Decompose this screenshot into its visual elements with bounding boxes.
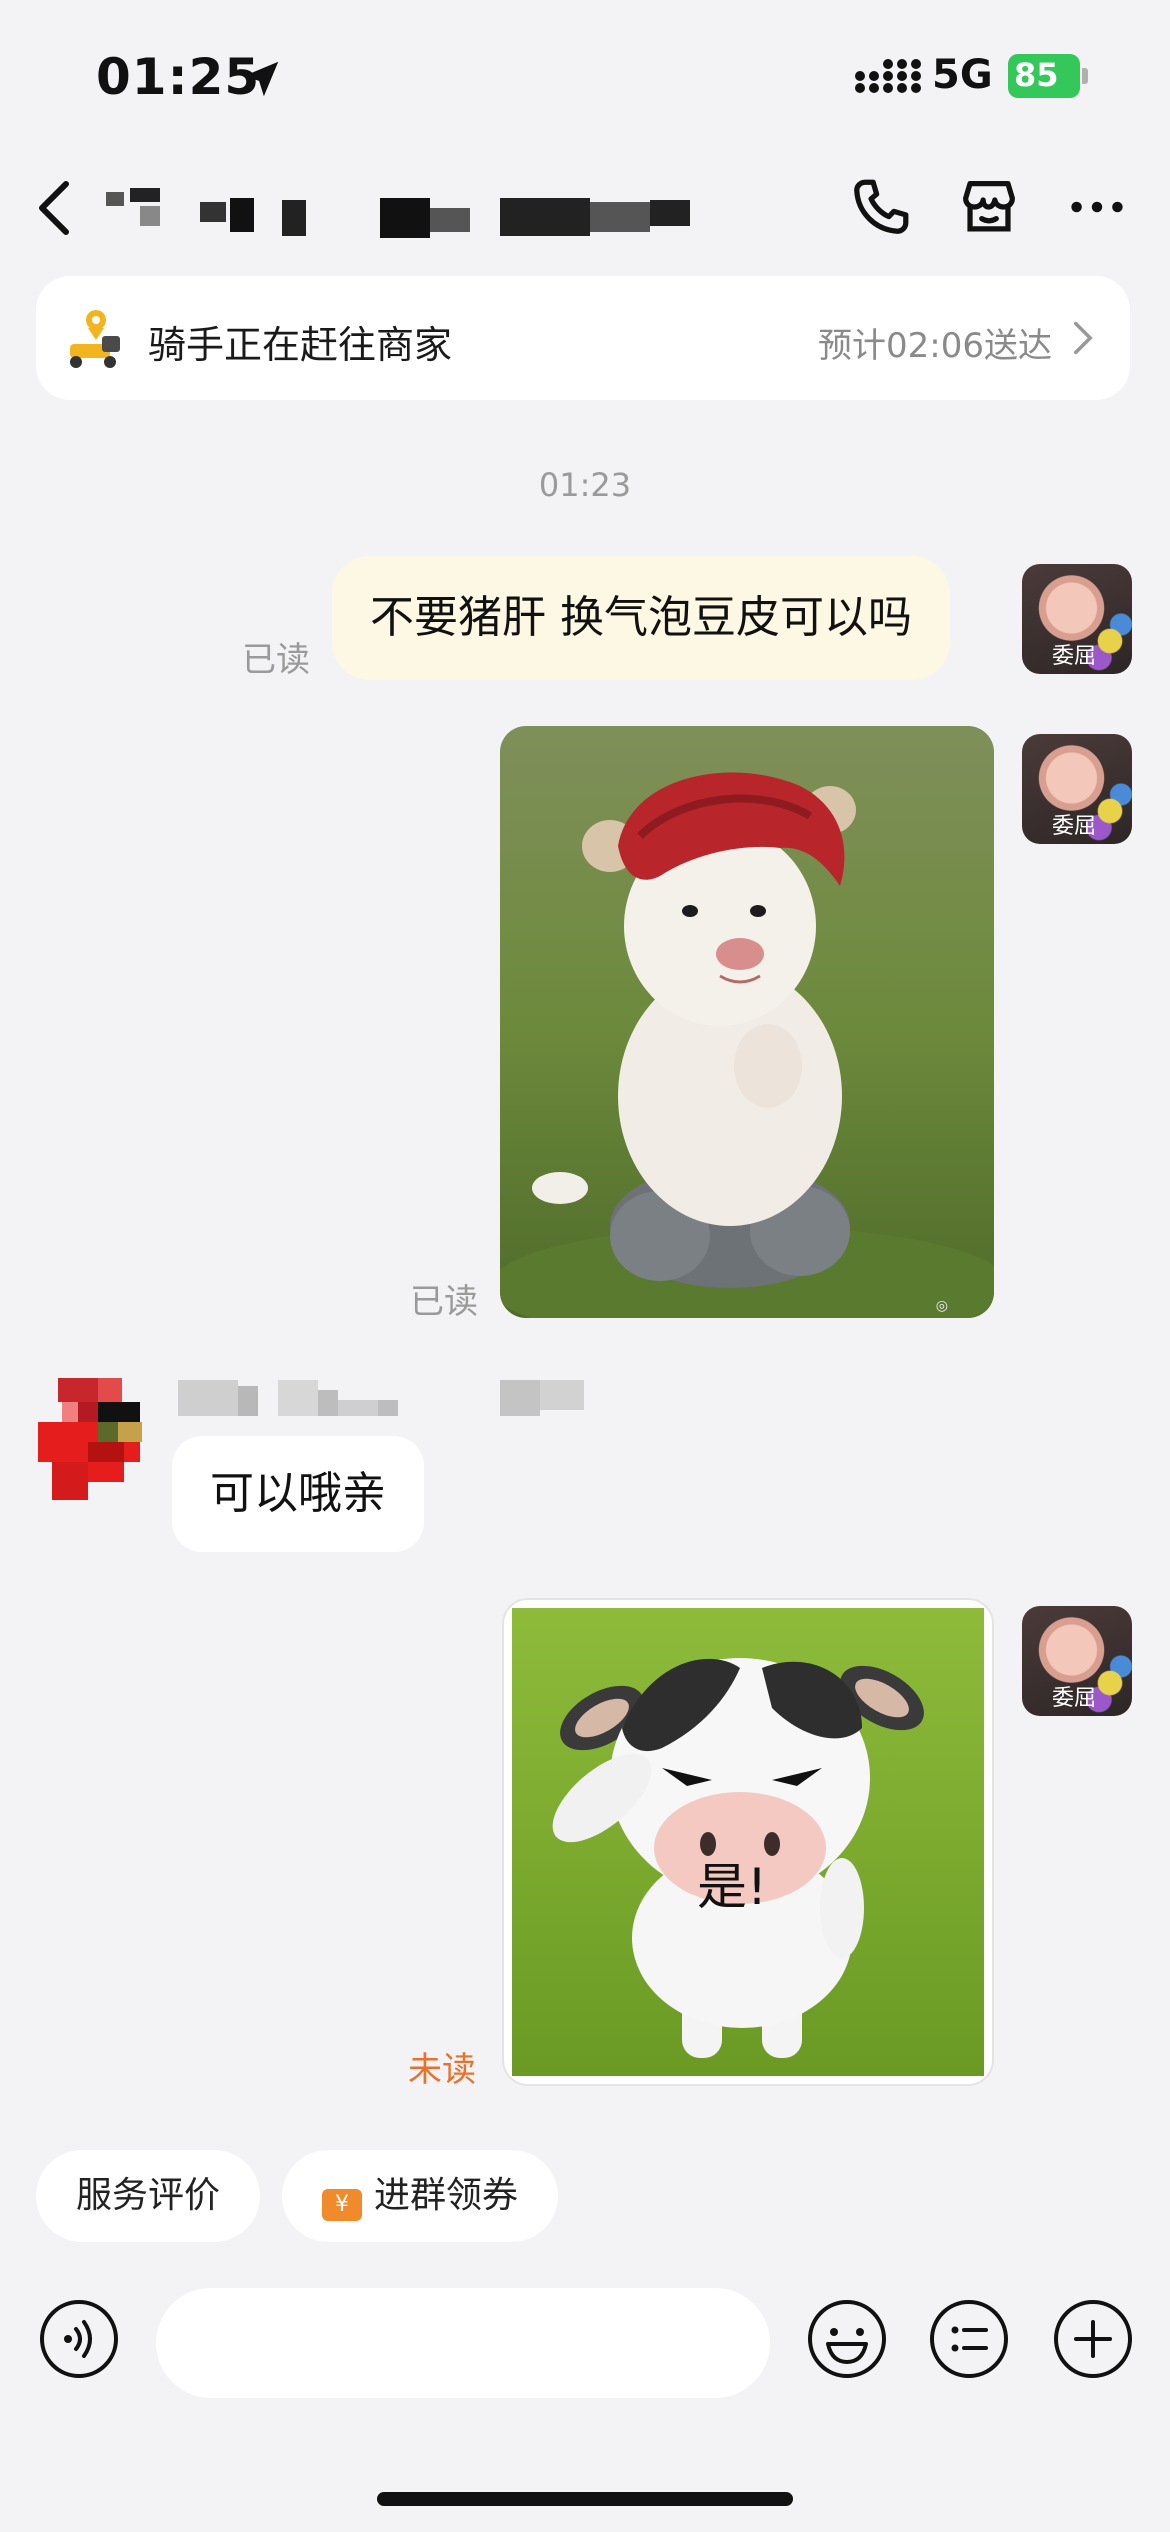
join-group-coupon-button[interactable]: ¥ 进群领券 [282,2150,559,2242]
join-group-label: 进群领券 [374,2175,519,2216]
signal-icon [855,59,921,93]
avatar-caption: 委屈 [1052,644,1097,669]
outgoing-message-bubble[interactable]: 不要猪肝 换气泡豆皮可以吗 [332,556,950,680]
sent-photo-puppy[interactable]: ◎ [500,726,994,1318]
sticker-caption: 是! [697,1858,767,1916]
rate-service-button[interactable]: 服务评价 [36,2150,261,2242]
more-icon[interactable] [1062,172,1132,242]
my-avatar[interactable]: 委屈 [1022,1606,1132,1716]
battery-indicator: 85 [1008,54,1088,98]
message-input[interactable] [156,2288,770,2398]
read-receipt: 已读 [410,1282,478,1322]
location-arrow-icon [243,61,279,97]
voice-icon[interactable] [38,2298,120,2380]
sent-sticker-cow[interactable]: 是! [502,1598,994,2086]
my-avatar[interactable]: 委屈 [1022,564,1132,674]
plus-icon[interactable] [1052,2298,1134,2380]
read-receipt: 已读 [242,640,310,680]
avatar-caption: 委屈 [1052,1686,1097,1711]
cow-sticker-image: 是! [512,1608,984,2076]
chat-title-blurred [106,188,690,238]
message-timestamp: 01:23 [538,466,632,504]
incoming-message-bubble[interactable]: 可以哦亲 [172,1436,424,1552]
phone-icon[interactable] [846,172,916,242]
merchant-name-blurred [178,1380,584,1416]
eta-text: 预计02:06送达 [818,326,1052,366]
home-indicator[interactable] [377,2492,793,2506]
merchant-avatar-blurred[interactable] [38,1378,162,1502]
message-text: 不要猪肝 换气泡豆皮可以吗 [370,592,912,643]
status-time: 01:25 [96,48,261,106]
emoji-icon[interactable] [806,2298,888,2380]
avatar-caption: 委屈 [1052,814,1097,839]
my-avatar[interactable]: 委屈 [1022,734,1132,844]
message-text: 可以哦亲 [210,1468,386,1519]
coupon-icon: ¥ [322,2189,362,2221]
unread-receipt: 未读 [408,2050,476,2090]
delivery-status-bar[interactable]: 骑手正在赶往商家 预计02:06送达 [36,276,1130,400]
quick-reply-icon[interactable] [928,2298,1010,2380]
store-icon[interactable] [954,172,1024,242]
rider-icon [70,310,120,368]
network-type: 5G [932,52,993,98]
back-button[interactable] [30,178,80,238]
delivery-status-text: 骑手正在赶往商家 [148,323,453,367]
rate-service-label: 服务评价 [76,2175,221,2216]
svg-text:◎: ◎ [936,1298,948,1314]
puppy-image: ◎ [500,726,994,1318]
chevron-right-icon [1074,321,1093,355]
battery-level: 85 [1014,56,1059,94]
